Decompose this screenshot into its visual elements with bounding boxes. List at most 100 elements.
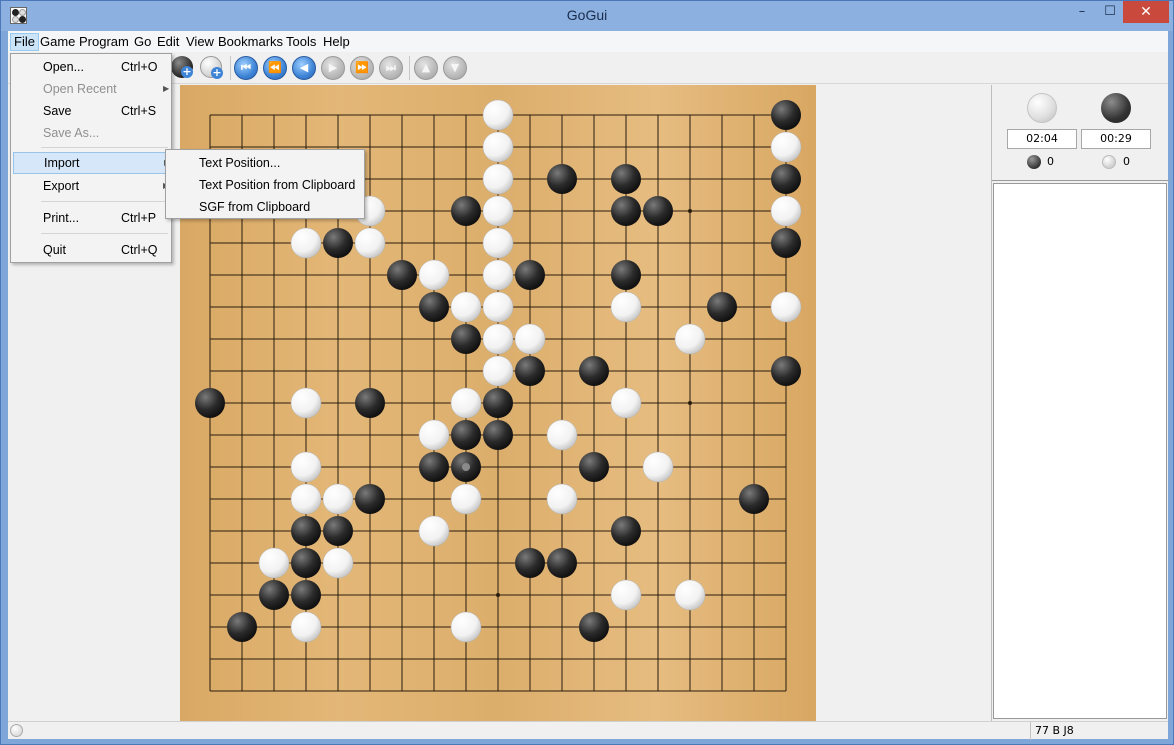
black-stone [419, 292, 449, 322]
white-stone [482, 227, 514, 259]
maximize-button[interactable]: ☐ [1097, 1, 1123, 23]
menu-print[interactable]: Print... Ctrl+P [13, 207, 169, 229]
menu-tools[interactable]: Tools [283, 33, 319, 51]
to-move-indicator-icon [10, 724, 23, 737]
white-stone [482, 259, 514, 291]
black-stone [387, 260, 417, 290]
white-stone [450, 483, 482, 515]
white-stone-setup-icon[interactable]: + [200, 56, 223, 79]
black-stone [195, 388, 225, 418]
black-captures: 0 [1047, 155, 1054, 168]
white-stone [482, 131, 514, 163]
black-stone [451, 420, 481, 450]
menu-bookmarks[interactable]: Bookmarks [215, 33, 286, 51]
close-button[interactable]: ✕ [1123, 1, 1169, 23]
black-stone [579, 612, 609, 642]
white-stone [546, 483, 578, 515]
menu-game[interactable]: Game [37, 33, 78, 51]
white-stone [610, 579, 642, 611]
star-point [496, 593, 500, 597]
white-stone [642, 451, 674, 483]
app-window: GoGui – ☐ ✕ File Game Program Go Edit Vi… [0, 0, 1174, 745]
menu-go[interactable]: Go [131, 33, 154, 51]
import-text-position-clipboard[interactable]: Text Position from Clipboard [168, 174, 362, 196]
white-stone [674, 323, 706, 355]
white-stone [674, 579, 706, 611]
black-stone [739, 484, 769, 514]
white-stone [290, 451, 322, 483]
black-stone [515, 356, 545, 386]
menu-bar: File Game Program Go Edit View Bookmarks… [8, 31, 1168, 52]
white-stone [290, 483, 322, 515]
white-stone [450, 611, 482, 643]
white-stone [482, 355, 514, 387]
black-stone [771, 356, 801, 386]
black-stone-setup-icon[interactable]: + [171, 56, 193, 78]
black-stone [323, 228, 353, 258]
black-stone [291, 516, 321, 546]
previous-variation-icon[interactable]: ▲ [414, 56, 438, 80]
white-stone [482, 291, 514, 323]
beginning-icon[interactable]: ⏮ [234, 56, 258, 80]
menu-quit[interactable]: Quit Ctrl+Q [13, 239, 169, 261]
window-title: GoGui [566, 7, 608, 23]
black-stone [355, 484, 385, 514]
info-panel: 02:04 00:29 0 0 [991, 85, 1169, 721]
black-stone [547, 164, 577, 194]
white-stone [482, 99, 514, 131]
forward-icon[interactable]: ▶ [321, 56, 345, 80]
black-stone [611, 516, 641, 546]
client-area: File Game Program Go Edit View Bookmarks… [8, 31, 1169, 740]
white-stone [770, 195, 802, 227]
minimize-button[interactable]: – [1069, 1, 1095, 23]
star-point [688, 209, 692, 213]
black-stone [483, 420, 513, 450]
white-stone [610, 387, 642, 419]
white-captures-icon [1102, 155, 1116, 169]
white-stone [418, 515, 450, 547]
title-bar: GoGui – ☐ ✕ [1, 1, 1173, 31]
black-player-stone-icon [1101, 93, 1131, 123]
black-stone [771, 228, 801, 258]
backward-10-icon[interactable]: ⏪ [263, 56, 287, 80]
white-player-stone-icon [1027, 93, 1057, 123]
black-stone [451, 324, 481, 354]
comment-area[interactable] [993, 183, 1167, 719]
menu-import[interactable]: Import▶ [13, 152, 170, 174]
black-stone [611, 164, 641, 194]
black-stone [707, 292, 737, 322]
black-stone [291, 580, 321, 610]
white-stone [354, 227, 386, 259]
forward-10-icon[interactable]: ⏩ [350, 56, 374, 80]
menu-view[interactable]: View [183, 33, 217, 51]
menu-help[interactable]: Help [320, 33, 353, 51]
menu-edit[interactable]: Edit [154, 33, 182, 51]
menu-program[interactable]: Program [76, 33, 132, 51]
status-move-text: 77 B J8 [1035, 724, 1074, 737]
black-stone [259, 580, 289, 610]
black-stone [579, 356, 609, 386]
menu-file[interactable]: File [10, 33, 39, 51]
toolbar: + + ⏮ ⏪ ◀ ▶ ⏩ ⏭ ▲ ▼ [8, 52, 1168, 84]
black-stone [579, 452, 609, 482]
black-stone [611, 196, 641, 226]
black-captures-icon [1027, 155, 1041, 169]
menu-open-recent[interactable]: Open Recent ▶ [13, 78, 169, 100]
white-stone [258, 547, 290, 579]
next-variation-icon[interactable]: ▼ [443, 56, 467, 80]
end-icon[interactable]: ⏭ [379, 56, 403, 80]
backward-icon[interactable]: ◀ [292, 56, 316, 80]
import-text-position[interactable]: Text Position... [168, 152, 362, 174]
white-clock: 02:04 [1007, 129, 1077, 149]
menu-save[interactable]: Save Ctrl+S [13, 100, 169, 122]
black-stone [451, 196, 481, 226]
white-stone [514, 323, 546, 355]
import-sgf-clipboard[interactable]: SGF from Clipboard [168, 196, 362, 218]
menu-export[interactable]: Export▶ [13, 175, 169, 197]
black-stone [771, 100, 801, 130]
menu-save-as[interactable]: Save As... [13, 122, 169, 144]
menu-open[interactable]: Open... Ctrl+O [13, 56, 169, 78]
black-stone [323, 516, 353, 546]
white-stone [418, 419, 450, 451]
white-stone [546, 419, 578, 451]
